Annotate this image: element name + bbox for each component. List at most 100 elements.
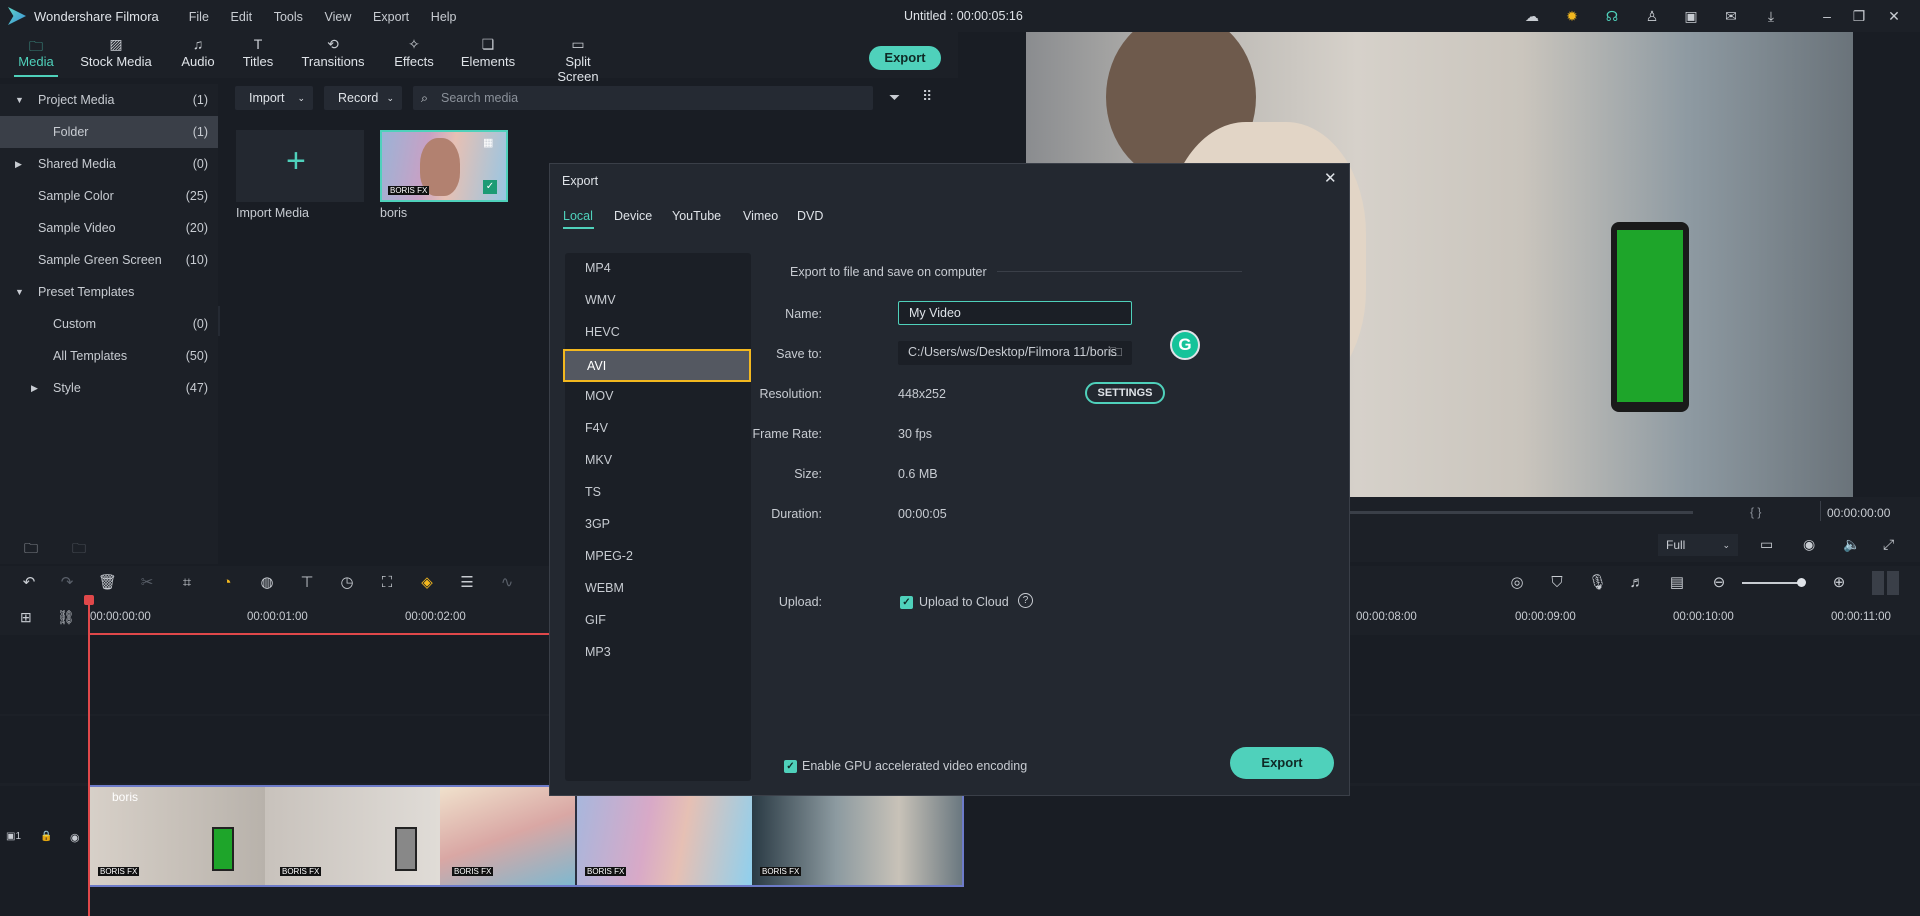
sidebar-item-sample-video[interactable]: Sample Video (20): [0, 212, 218, 244]
expand-right-icon[interactable]: ▶: [15, 148, 22, 180]
account-icon[interactable]: ♙: [1643, 7, 1661, 25]
menu-edit[interactable]: Edit: [231, 10, 253, 24]
import-media-tile[interactable]: +: [236, 130, 364, 202]
new-folder-icon[interactable]: 🗀: [24, 538, 38, 562]
adjust-sliders-icon[interactable]: ☰: [458, 574, 476, 592]
eye-icon[interactable]: ◉: [70, 831, 80, 844]
fullscreen-icon[interactable]: ⤢: [1883, 536, 1894, 553]
zoom-slider[interactable]: [1742, 582, 1802, 584]
tab-split-screen[interactable]: ▭ Split Screen: [543, 36, 613, 84]
subtitle-icon[interactable]: ▤: [1668, 574, 1686, 592]
layout-toggle-left[interactable]: [1872, 571, 1884, 595]
name-field[interactable]: My Video: [898, 301, 1132, 325]
sidebar-item-shared-media[interactable]: ▶ Shared Media (0): [0, 148, 218, 180]
marker-icon[interactable]: ⛉: [1548, 574, 1566, 592]
volume-icon[interactable]: 🔈: [1843, 536, 1860, 553]
close-dialog-icon[interactable]: ✕: [1324, 169, 1337, 187]
split-scissors-icon[interactable]: ✂: [138, 574, 156, 592]
color-palette-icon[interactable]: ◍: [258, 574, 276, 592]
playhead[interactable]: [88, 600, 90, 916]
export-button[interactable]: Export: [869, 46, 941, 70]
sidebar-item-style[interactable]: ▶ Style (47): [0, 372, 218, 404]
format-mp3[interactable]: MP3: [565, 637, 751, 667]
dialog-tab-local[interactable]: Local: [563, 209, 593, 223]
microphone-icon[interactable]: 🎙: [1588, 574, 1607, 592]
tab-transitions[interactable]: ⟲ Transitions: [301, 36, 365, 69]
fit-frame-icon[interactable]: ⛶: [378, 574, 396, 592]
format-mpeg2[interactable]: MPEG-2: [565, 541, 751, 571]
media-clip-boris[interactable]: ▦ ✓ BORIS FX: [380, 130, 508, 202]
dialog-tab-youtube[interactable]: YouTube: [672, 209, 721, 223]
dialog-export-button[interactable]: Export: [1230, 747, 1334, 779]
restore-icon[interactable]: ❐: [1850, 7, 1868, 25]
dialog-tab-device[interactable]: Device: [614, 209, 652, 223]
minimize-icon[interactable]: –: [1818, 7, 1836, 25]
lock-icon[interactable]: 🔒: [40, 831, 52, 842]
voiceover-mix-icon[interactable]: ♬: [1628, 574, 1646, 592]
grid-view-icon[interactable]: ⠿: [922, 88, 932, 105]
folder-outline-icon[interactable]: 🗀: [72, 538, 86, 562]
format-ts[interactable]: TS: [565, 477, 751, 507]
menu-export[interactable]: Export: [373, 10, 409, 24]
delete-icon[interactable]: 🗑: [98, 574, 117, 592]
playback-progress-bar[interactable]: [1350, 511, 1693, 514]
expand-down-icon[interactable]: ▼: [15, 84, 24, 116]
zoom-select[interactable]: Full ⌄: [1658, 534, 1738, 556]
link-icon[interactable]: ⛓: [57, 609, 75, 626]
sidebar-item-folder[interactable]: Folder (1): [0, 116, 218, 148]
expand-right-icon[interactable]: ▶: [31, 372, 38, 404]
sidebar-item-sample-color[interactable]: Sample Color (25): [0, 180, 218, 212]
tab-elements[interactable]: ❏ Elements: [460, 36, 516, 69]
browse-folder-icon[interactable]: 🗀: [1110, 341, 1123, 363]
tab-effects[interactable]: ✧ Effects: [392, 36, 436, 69]
format-gif[interactable]: GIF: [565, 605, 751, 635]
help-icon[interactable]: ?: [1018, 593, 1033, 608]
sidebar-item-project-media[interactable]: ▼ Project Media (1): [0, 84, 218, 116]
snapshot-icon[interactable]: ◉: [1803, 536, 1815, 553]
monitor-icon[interactable]: ▭: [1760, 536, 1773, 553]
import-dropdown[interactable]: Import ⌄: [235, 86, 313, 110]
dialog-tab-vimeo[interactable]: Vimeo: [743, 209, 778, 223]
mail-icon[interactable]: ✉: [1722, 7, 1740, 25]
tab-media[interactable]: 🗀 Media: [14, 36, 58, 77]
sidebar-item-all-templates[interactable]: All Templates (50): [0, 340, 218, 372]
search-input[interactable]: ⌕ Search media: [413, 86, 873, 110]
format-hevc[interactable]: HEVC: [565, 317, 751, 347]
sidebar-item-preset-templates[interactable]: ▼ Preset Templates: [0, 276, 218, 308]
sidebar-item-sample-green-screen[interactable]: Sample Green Screen (10): [0, 244, 218, 276]
add-track-icon[interactable]: ⊞: [20, 609, 32, 626]
tab-stock-media[interactable]: ▨ Stock Media: [80, 36, 152, 69]
zoom-out-icon[interactable]: ⊖: [1710, 574, 1728, 592]
menu-view[interactable]: View: [325, 10, 352, 24]
download-icon[interactable]: ⤓: [1762, 7, 1780, 25]
sidebar-item-custom[interactable]: Custom (0): [0, 308, 218, 340]
settings-button[interactable]: SETTINGS: [1085, 382, 1165, 404]
dialog-tab-dvd[interactable]: DVD: [797, 209, 823, 223]
menu-file[interactable]: File: [189, 10, 209, 24]
gpu-encoding-checkbox[interactable]: ✓: [784, 760, 797, 773]
playhead-handle[interactable]: [84, 595, 94, 605]
headset-icon[interactable]: ☊: [1603, 7, 1621, 25]
expand-down-icon[interactable]: ▼: [15, 276, 24, 308]
cloud-icon[interactable]: ☁: [1523, 7, 1541, 25]
zoom-slider-handle[interactable]: [1797, 578, 1806, 587]
save-path-field[interactable]: C:/Users/ws/Desktop/Filmora 11/boris 🗀: [898, 341, 1132, 365]
save-icon[interactable]: ▣: [1682, 7, 1700, 25]
record-dropdown[interactable]: Record ⌄: [324, 86, 402, 110]
text-frame-icon[interactable]: ⊤: [298, 574, 316, 592]
grammarly-icon[interactable]: G: [1170, 330, 1200, 360]
format-mp4[interactable]: MP4: [565, 253, 751, 283]
tab-titles[interactable]: T Titles: [240, 36, 276, 69]
lightbulb-icon[interactable]: ✹: [1563, 7, 1581, 25]
speed-icon[interactable]: ◔: [218, 574, 236, 592]
undo-icon[interactable]: ↶: [20, 574, 38, 592]
render-preview-icon[interactable]: ◎: [1508, 574, 1526, 592]
audio-wave-icon[interactable]: ∿: [498, 574, 516, 592]
timeline-clip-boris[interactable]: boris BORIS FX BORIS FX BORIS FX BORIS F…: [88, 785, 964, 887]
crop-icon[interactable]: ⌗: [178, 574, 196, 592]
layout-toggle-right[interactable]: [1887, 571, 1899, 595]
keyframe-icon[interactable]: ◈: [418, 574, 436, 592]
menu-help[interactable]: Help: [431, 10, 457, 24]
mark-in-out-brackets[interactable]: { }: [1750, 505, 1761, 519]
upload-cloud-checkbox[interactable]: ✓: [900, 596, 913, 609]
